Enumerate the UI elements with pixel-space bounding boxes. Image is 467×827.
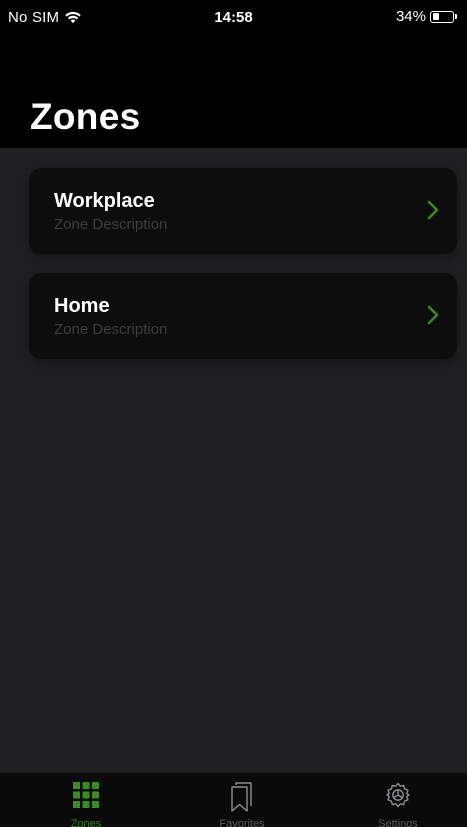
tab-label: Zones [70, 818, 102, 827]
zone-description: Zone Description [54, 216, 168, 233]
zone-name: Home [54, 295, 110, 317]
chevron-right-icon [427, 305, 439, 325]
navigation-header: Zones [0, 34, 467, 148]
zone-card-home[interactable]: Home Zone Description [29, 273, 457, 359]
zone-description: Zone Description [54, 321, 168, 338]
tab-settings[interactable]: Settings [320, 773, 467, 827]
tab-bar: Zones Favorites Settings [0, 772, 467, 827]
tab-label: Favorites [219, 818, 265, 827]
gear-icon [386, 782, 410, 808]
chevron-right-icon [427, 200, 439, 220]
zones-list: Workplace Zone Description Home Zone Des… [0, 148, 467, 772]
tab-favorites[interactable]: Favorites [164, 773, 320, 827]
bookmarks-icon [231, 782, 252, 812]
grid-icon [73, 782, 99, 808]
page-title: Zones [30, 96, 141, 137]
battery-percentage: 34% [395, 8, 426, 25]
zone-card-workplace[interactable]: Workplace Zone Description [29, 168, 457, 254]
zone-name: Workplace [54, 190, 155, 212]
battery-icon [430, 10, 454, 23]
status-bar: No SIM 14:58 34% [0, 0, 467, 34]
app-screen: No SIM 14:58 34% Zones Workplace Zone De… [0, 0, 467, 827]
tab-label: Settings [378, 818, 418, 827]
battery-status: 34% [396, 8, 457, 25]
tab-zones[interactable]: Zones [8, 773, 164, 827]
